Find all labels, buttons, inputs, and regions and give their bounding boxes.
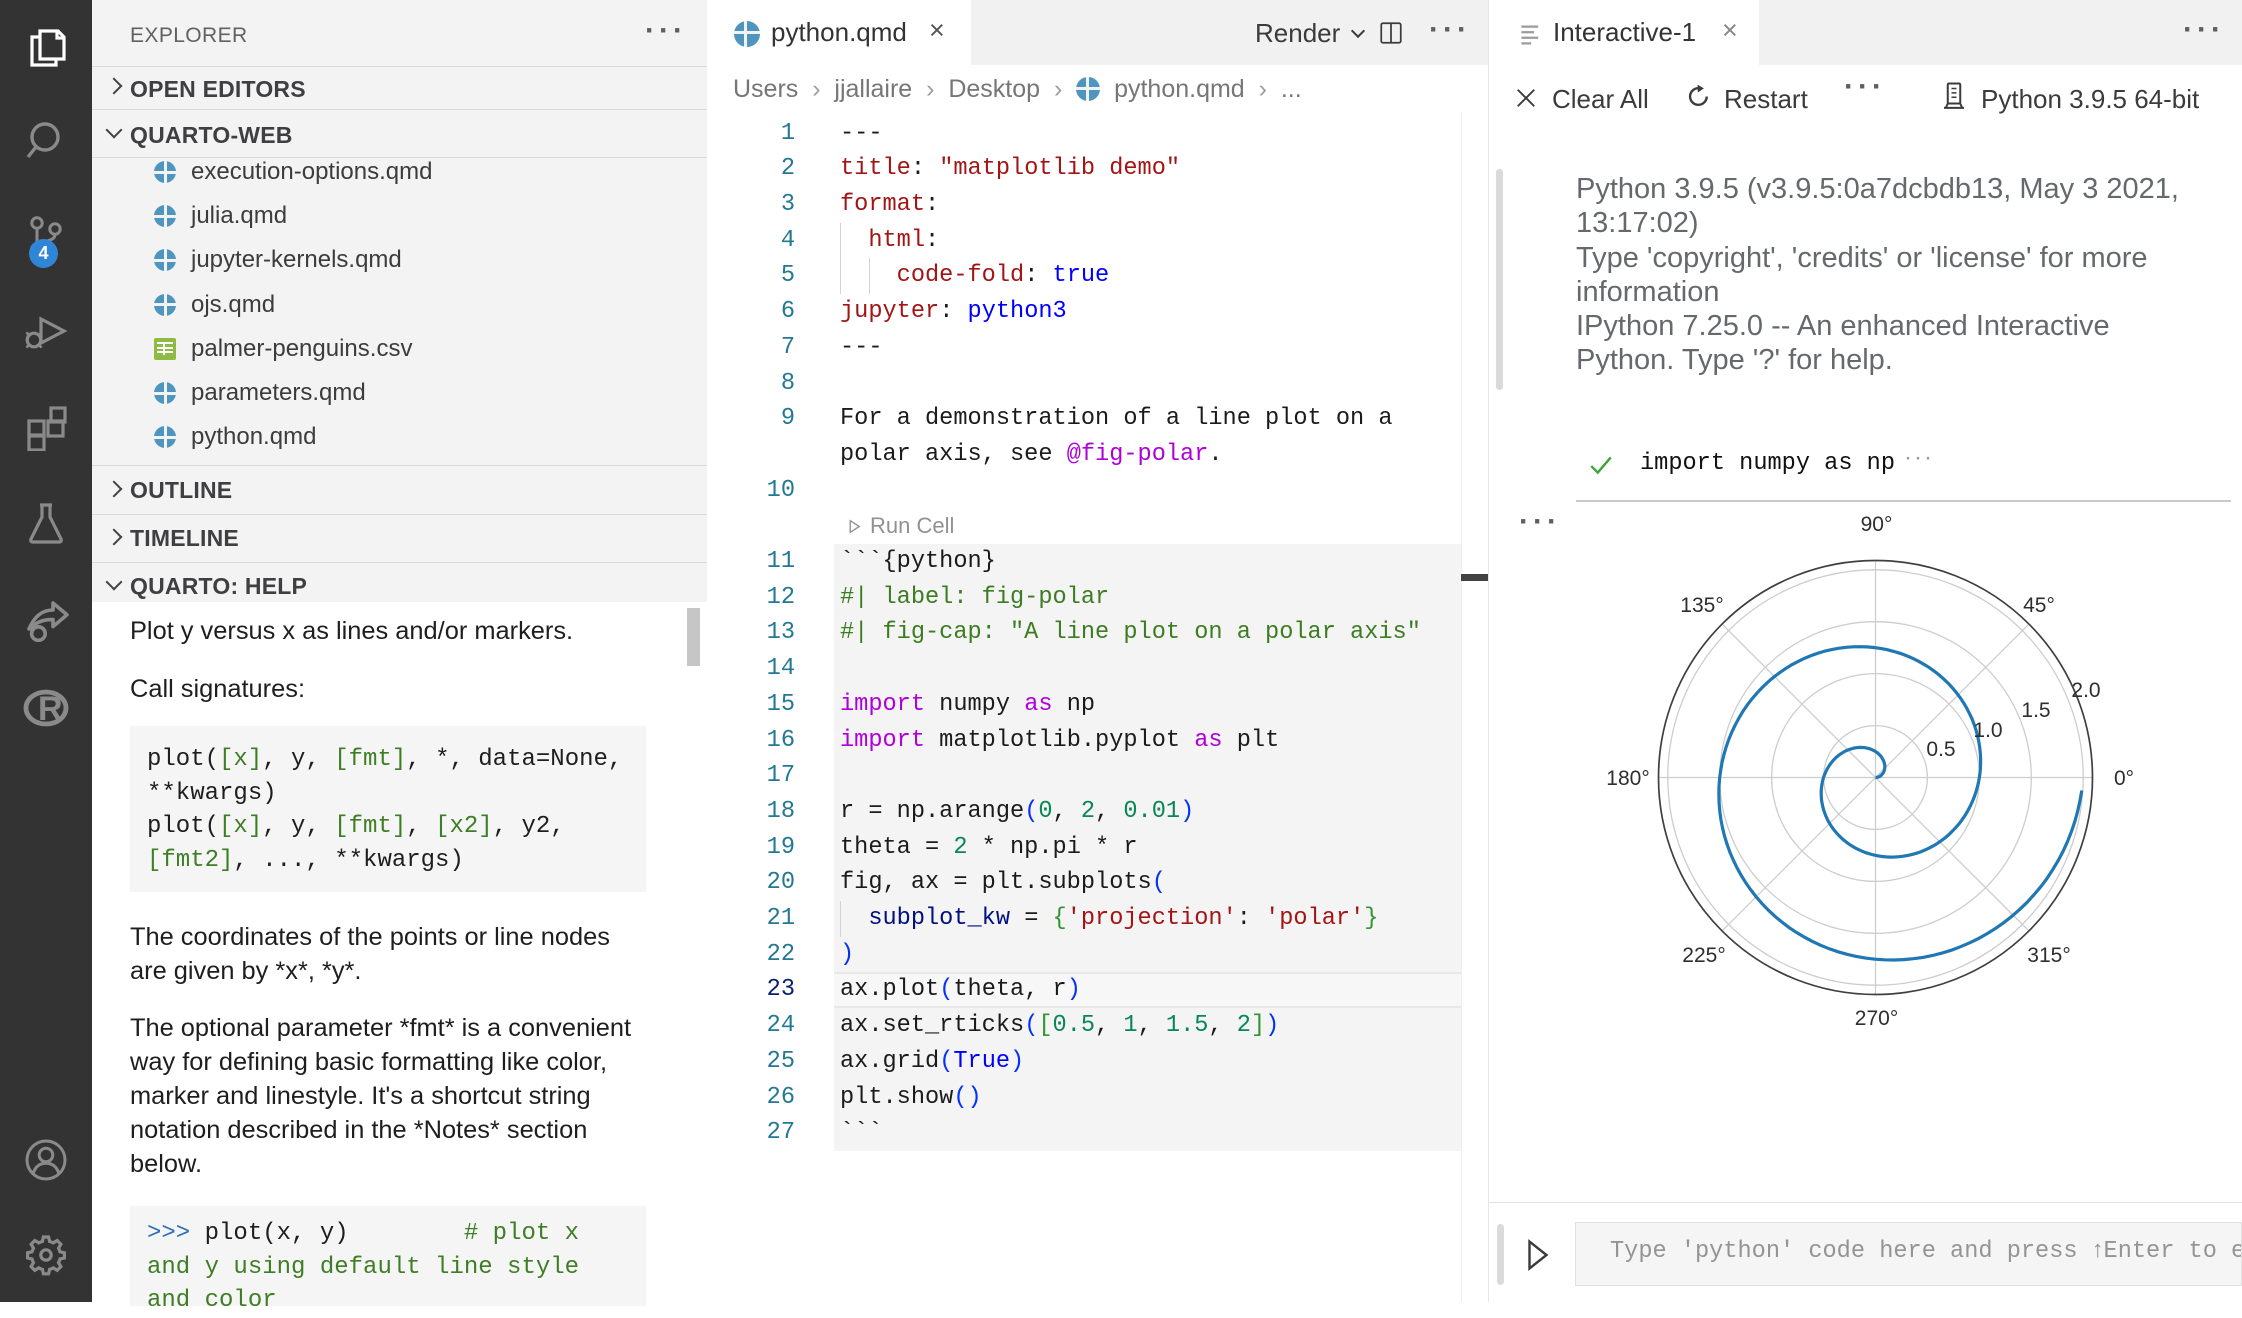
svg-text:0°: 0° [2114,767,2134,790]
svg-text:1.5: 1.5 [2021,699,2050,722]
svg-text:315°: 315° [2027,944,2070,967]
svg-text:180°: 180° [1606,767,1649,790]
svg-text:R: R [38,690,63,728]
svg-text:2.0: 2.0 [2071,679,2100,702]
svg-text:90°: 90° [1861,513,1893,536]
svg-text:1.0: 1.0 [1973,719,2002,742]
svg-text:0.5: 0.5 [1926,738,1955,761]
svg-text:225°: 225° [1682,944,1725,967]
svg-text:45°: 45° [2023,594,2055,617]
svg-text:135°: 135° [1680,594,1723,617]
svg-text:270°: 270° [1855,1007,1898,1030]
